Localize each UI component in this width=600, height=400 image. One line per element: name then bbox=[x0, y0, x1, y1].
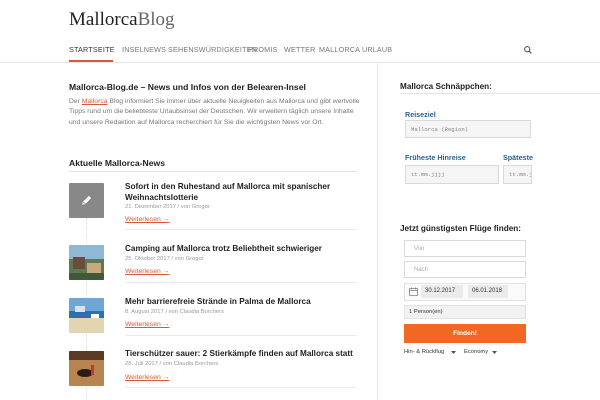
news-section-title: Aktuelle Mallorca-News bbox=[69, 158, 165, 168]
trip-type-select[interactable]: Hin- & Rückflug bbox=[404, 349, 444, 355]
hinreise-date-field[interactable]: tt.mm.jjjj bbox=[405, 165, 499, 184]
news-author[interactable]: / von Gregor bbox=[171, 256, 203, 262]
news-date: 28. Juli 2017 bbox=[125, 361, 158, 367]
nav-item-mallorca-urlaub[interactable]: MALLORCA URLAUB bbox=[319, 40, 392, 62]
flights-title: Jetzt günstigsten Flüge finden: bbox=[400, 224, 521, 233]
camping-photo bbox=[69, 245, 104, 280]
news-meta: 28. Juli 2017 / von Claudia Borchers bbox=[125, 361, 218, 367]
news-author[interactable]: / von Claudia Borchers bbox=[160, 361, 219, 367]
calendar-icon[interactable] bbox=[409, 287, 418, 296]
departure-date[interactable]: 30.12.2017 bbox=[421, 285, 463, 298]
row-divider bbox=[125, 387, 357, 388]
news-date: 25. Oktober 2017 bbox=[125, 256, 170, 262]
news-date: 8. August 2017 bbox=[125, 309, 164, 315]
nav-item-sehenswuerdigkeiten[interactable]: SEHENSWÜRDIGKEITEN bbox=[168, 40, 257, 62]
intro-paragraph: Der Mallorca Blog informiert Sie immer ü… bbox=[69, 97, 361, 128]
sidebar-divider bbox=[377, 62, 378, 400]
read-more-link[interactable]: Weiterlesen → bbox=[125, 321, 169, 328]
reiseziel-label: Reiseziel bbox=[405, 110, 436, 119]
beach-photo bbox=[69, 298, 104, 333]
read-more-link[interactable]: Weiterlesen → bbox=[125, 268, 169, 275]
read-more-link[interactable]: Weiterlesen → bbox=[125, 374, 169, 381]
spaeteste-label: Späteste bbox=[503, 153, 533, 162]
news-thumb-photo[interactable] bbox=[69, 298, 104, 333]
deals-title: Mallorca Schnäppchen: bbox=[400, 82, 492, 91]
cabin-class-select[interactable]: Economy bbox=[464, 349, 488, 355]
from-input[interactable]: Von bbox=[404, 240, 526, 257]
logo-part-blog: Blog bbox=[137, 9, 175, 30]
spaeteste-date-field[interactable]: tt.mm.jjjj bbox=[503, 165, 532, 184]
news-thumb-photo[interactable] bbox=[69, 245, 104, 280]
to-input[interactable]: Nach bbox=[404, 261, 526, 278]
news-title[interactable]: Tierschützer sauer: 2 Stierkämpfe finden… bbox=[125, 348, 357, 359]
logo-part-mallorca: Mallorca bbox=[69, 9, 138, 30]
hinreise-label: Früheste Hinreise bbox=[405, 153, 466, 162]
nav-item-promis[interactable]: PROMIS bbox=[248, 40, 278, 62]
nav-item-inselnews[interactable]: INSELNEWS bbox=[122, 40, 166, 62]
intro-text-before: Der bbox=[69, 98, 82, 105]
intro-link-mallorca[interactable]: Mallorca bbox=[82, 98, 108, 105]
intro-text-after: Blog informiert Sie immer über aktuelle … bbox=[69, 98, 360, 126]
news-thumb-photo[interactable] bbox=[69, 351, 104, 386]
news-author[interactable]: / von Claudia Borchers bbox=[165, 309, 224, 315]
page-title: Mallorca-Blog.de – News und Infos von de… bbox=[69, 82, 306, 92]
news-meta: 21. Dezember 2017 / von Gregor bbox=[125, 204, 210, 210]
nav-item-wetter[interactable]: WETTER bbox=[284, 40, 316, 62]
news-title[interactable]: Sofort in den Ruhestand auf Mallorca mit… bbox=[125, 181, 357, 203]
bullfight-photo bbox=[69, 351, 104, 386]
news-author[interactable]: / von Gregor bbox=[178, 204, 210, 210]
row-divider bbox=[125, 282, 357, 283]
row-divider bbox=[125, 229, 357, 230]
nav-item-startseite[interactable]: STARTSEITE bbox=[69, 40, 114, 62]
news-date: 21. Dezember 2017 bbox=[125, 204, 176, 210]
news-title[interactable]: Mehr barrierefreie Strände in Palma de M… bbox=[125, 296, 357, 307]
news-meta: 8. August 2017 / von Claudia Borchers bbox=[125, 309, 224, 315]
persons-select[interactable]: 1 Person(en) bbox=[404, 305, 526, 319]
search-icon[interactable] bbox=[523, 45, 533, 55]
news-title[interactable]: Camping auf Mallorca trotz Beliebtheit s… bbox=[125, 243, 357, 254]
find-flights-button[interactable]: Finden! bbox=[404, 324, 526, 343]
deals-title-underline bbox=[400, 93, 600, 94]
chevron-down-icon bbox=[492, 351, 497, 354]
return-date[interactable]: 06.01.2018 bbox=[468, 285, 508, 298]
pencil-icon bbox=[82, 195, 92, 205]
reiseziel-field[interactable]: Mallorca (Region) bbox=[405, 120, 531, 138]
site-header: MallorcaBlog bbox=[0, 0, 600, 41]
row-divider bbox=[125, 335, 357, 336]
read-more-link[interactable]: Weiterlesen → bbox=[125, 216, 169, 223]
chevron-down-icon bbox=[451, 351, 456, 354]
site-logo[interactable]: MallorcaBlog bbox=[69, 9, 175, 31]
main-navigation: STARTSEITE INSELNEWS SEHENSWÜRDIGKEITEN … bbox=[0, 40, 600, 63]
news-thumb-placeholder[interactable] bbox=[69, 183, 104, 218]
section-divider bbox=[69, 171, 357, 172]
news-meta: 25. Oktober 2017 / von Gregor bbox=[125, 256, 204, 262]
